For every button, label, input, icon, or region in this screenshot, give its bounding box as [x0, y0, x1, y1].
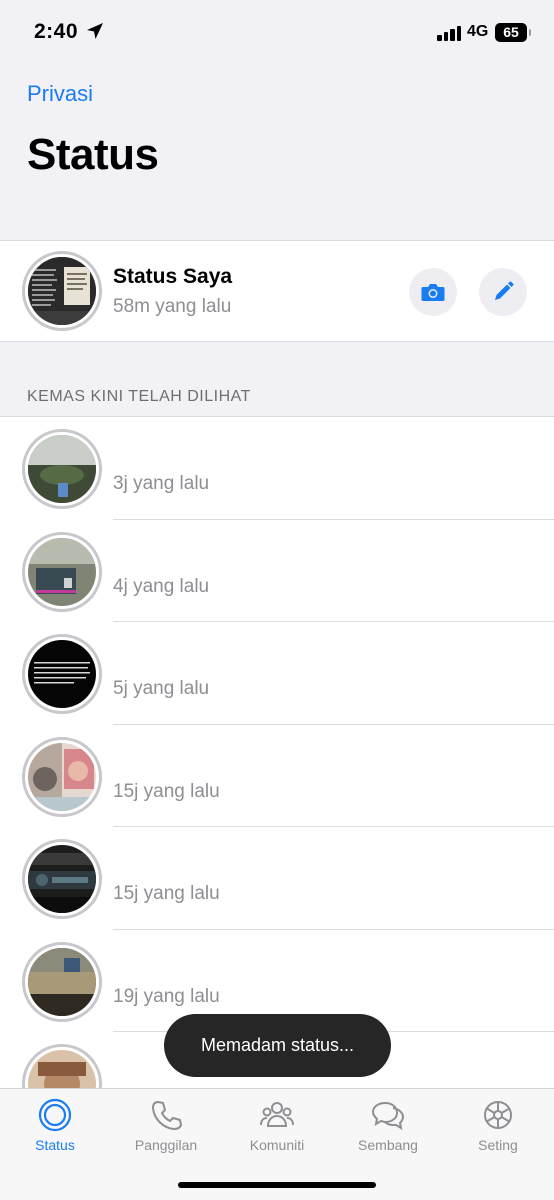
phone-icon [152, 1101, 182, 1130]
status-time: 15j yang lalu [113, 780, 220, 802]
status-avatar [22, 634, 102, 714]
battery-icon: 65 [495, 23, 531, 42]
chat-bubbles-icon [371, 1101, 405, 1131]
privacy-link[interactable]: Privasi [27, 81, 93, 107]
my-status-title: Status Saya [113, 265, 233, 288]
my-status-time: 58m yang lalu [113, 296, 232, 317]
toast-message: Memadam status... [164, 1014, 391, 1077]
gear-icon [484, 1101, 512, 1129]
status-bar: 2:40 4G 65 [0, 0, 554, 62]
status-time: 4j yang lalu [113, 575, 210, 597]
clock: 2:40 [34, 20, 79, 43]
list-item[interactable]: 4j yang lalu [0, 520, 554, 622]
tab-label: Sembang [358, 1137, 418, 1153]
tab-status[interactable]: Status [0, 1089, 110, 1169]
list-item[interactable]: 5j yang lalu [0, 622, 554, 725]
tab-communities[interactable]: Komuniti [222, 1089, 332, 1169]
list-item[interactable]: 15j yang lalu [0, 725, 554, 827]
status-thumbnail [28, 947, 96, 1016]
status-time: 15j yang lalu [113, 883, 220, 904]
status-thumbnail [28, 435, 96, 503]
home-indicator [178, 1182, 376, 1188]
camera-icon [421, 284, 445, 301]
status-avatar [22, 531, 102, 612]
status-time: 3j yang lalu [113, 473, 210, 494]
status-thumbnail [28, 257, 96, 325]
status-thumbnail [28, 742, 96, 811]
tab-label: Status [35, 1137, 75, 1153]
status-ring-icon [38, 1098, 72, 1132]
status-time: 19j yang lalu [113, 985, 220, 1007]
tab-chats[interactable]: Sembang [333, 1089, 443, 1169]
viewed-updates-list: 3j yang lalu 4j yang lalu 5j yang lalu 1… [0, 416, 554, 1096]
status-avatar [22, 941, 102, 1022]
tab-label: Panggilan [134, 1137, 198, 1153]
tab-label: Komuniti [249, 1137, 305, 1153]
tab-settings[interactable]: Seting [443, 1089, 553, 1169]
my-status-row[interactable] [0, 240, 554, 342]
status-avatar [22, 429, 102, 509]
page-title: Status [27, 130, 159, 179]
edit-text-status-button[interactable] [479, 268, 527, 316]
camera-button[interactable] [409, 268, 457, 316]
status-avatar [22, 839, 102, 919]
signal-icon [437, 25, 463, 41]
tab-label: Seting [478, 1137, 518, 1153]
status-thumbnail [28, 537, 96, 606]
pencil-icon [495, 281, 514, 300]
section-header-viewed: KEMAS KINI TELAH DILIHAT [27, 388, 251, 405]
location-arrow-icon [87, 23, 103, 39]
tab-calls[interactable]: Panggilan [111, 1089, 221, 1169]
list-item[interactable]: 3j yang lalu [0, 417, 554, 520]
community-icon [260, 1102, 294, 1127]
status-time: 5j yang lalu [113, 678, 210, 699]
my-status-avatar[interactable] [22, 251, 102, 331]
network-type: 4G [467, 23, 489, 40]
status-avatar [22, 736, 102, 817]
list-item[interactable]: 15j yang lalu [0, 827, 554, 930]
status-thumbnail [28, 845, 96, 913]
status-thumbnail [28, 640, 96, 708]
